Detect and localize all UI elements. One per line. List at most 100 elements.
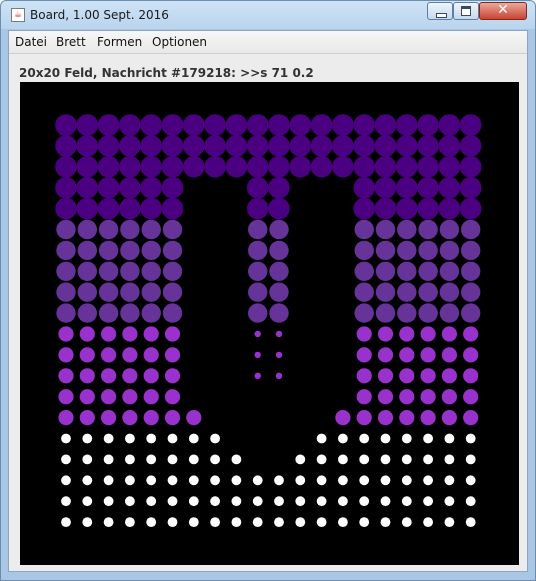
board-dot[interactable] xyxy=(459,156,482,178)
board-dot[interactable] xyxy=(463,347,479,363)
board-dot[interactable] xyxy=(353,114,376,136)
board-dot[interactable] xyxy=(401,433,412,444)
board-dot[interactable] xyxy=(374,156,397,178)
board-dot[interactable] xyxy=(56,240,76,261)
board-dot[interactable] xyxy=(438,176,461,199)
board-dot[interactable] xyxy=(141,219,161,240)
board-dot[interactable] xyxy=(356,368,372,384)
board-dot[interactable] xyxy=(143,410,159,426)
board-dot[interactable] xyxy=(359,475,370,486)
board-dot[interactable] xyxy=(338,496,348,507)
board-dot[interactable] xyxy=(399,347,415,363)
board-dot[interactable] xyxy=(254,351,261,359)
board-dot[interactable] xyxy=(125,475,135,486)
board-dot[interactable] xyxy=(374,176,397,199)
board-dot[interactable] xyxy=(82,433,93,444)
board-dot[interactable] xyxy=(418,303,438,323)
board-dot[interactable] xyxy=(269,303,289,323)
board-dot[interactable] xyxy=(332,156,354,178)
board-dot[interactable] xyxy=(396,197,418,220)
board-dot[interactable] xyxy=(295,475,306,486)
board-dot[interactable] xyxy=(420,326,436,342)
board-dot[interactable] xyxy=(439,219,460,240)
board-dot[interactable] xyxy=(225,114,248,136)
board-dot[interactable] xyxy=(269,219,289,240)
board-dot[interactable] xyxy=(465,496,476,507)
board-dot[interactable] xyxy=(76,135,99,157)
board-dot[interactable] xyxy=(76,114,99,136)
board-dot[interactable] xyxy=(225,156,248,178)
board-dot[interactable] xyxy=(465,433,476,444)
board-dot[interactable] xyxy=(444,433,455,444)
board-dot[interactable] xyxy=(164,410,181,426)
board-dot[interactable] xyxy=(463,410,479,426)
board-dot[interactable] xyxy=(417,197,439,220)
board-dot[interactable] xyxy=(461,303,481,323)
board-dot[interactable] xyxy=(162,219,183,240)
board-dot[interactable] xyxy=(269,282,289,302)
board-dot[interactable] xyxy=(146,496,157,507)
board-dot[interactable] xyxy=(423,475,433,486)
board-dot[interactable] xyxy=(377,347,394,363)
board-dot[interactable] xyxy=(82,517,93,527)
board-dot[interactable] xyxy=(210,517,221,527)
board-dot[interactable] xyxy=(246,156,269,178)
board-dot[interactable] xyxy=(441,410,457,426)
board-dot[interactable] xyxy=(55,197,77,220)
board-dot[interactable] xyxy=(103,517,114,527)
board-dot[interactable] xyxy=(356,410,372,426)
board-dot[interactable] xyxy=(399,326,415,342)
board-dot[interactable] xyxy=(82,454,93,465)
board-dot[interactable] xyxy=(397,303,417,323)
board-dot[interactable] xyxy=(274,517,284,527)
board-dot[interactable] xyxy=(423,517,433,527)
board-dot[interactable] xyxy=(356,326,372,342)
board-dot[interactable] xyxy=(183,156,205,178)
board-dot[interactable] xyxy=(58,326,74,342)
board-dot[interactable] xyxy=(98,303,119,323)
board-dot[interactable] xyxy=(438,197,461,220)
board-dot[interactable] xyxy=(354,261,374,281)
board-dot[interactable] xyxy=(401,517,412,527)
board-dot[interactable] xyxy=(101,389,117,405)
board-dot[interactable] xyxy=(353,197,376,220)
board-dot[interactable] xyxy=(164,368,181,384)
board-dot[interactable] xyxy=(269,261,289,281)
close-button[interactable]: ✕ xyxy=(479,2,527,20)
board-dot[interactable] xyxy=(122,326,138,342)
board-dot[interactable] xyxy=(274,496,284,507)
board-dot[interactable] xyxy=(76,197,99,220)
board-dot[interactable] xyxy=(459,135,482,157)
board-dot[interactable] xyxy=(461,282,481,302)
menu-optionen[interactable]: Optionen xyxy=(152,35,207,49)
board-dot[interactable] xyxy=(316,475,327,486)
board-dot[interactable] xyxy=(375,240,396,261)
board-dot[interactable] xyxy=(225,135,248,157)
board-dot[interactable] xyxy=(268,176,290,199)
board-dot[interactable] xyxy=(356,347,372,363)
board-dot[interactable] xyxy=(438,114,461,136)
board-dot[interactable] xyxy=(97,135,120,157)
board-dot[interactable] xyxy=(438,156,461,178)
board-dot[interactable] xyxy=(167,496,178,507)
board-dot[interactable] xyxy=(359,496,370,507)
board-dot[interactable] xyxy=(143,347,159,363)
board-dot[interactable] xyxy=(439,240,460,261)
board-dot[interactable] xyxy=(254,372,261,379)
board-dot[interactable] xyxy=(164,389,181,405)
board-dot[interactable] xyxy=(399,389,415,405)
board-dot[interactable] xyxy=(56,282,76,302)
board-dot[interactable] xyxy=(210,433,221,444)
board-dot[interactable] xyxy=(338,454,348,465)
board-dot[interactable] xyxy=(268,114,290,136)
board-dot[interactable] xyxy=(246,197,269,220)
board-dot[interactable] xyxy=(98,240,119,261)
board-dot[interactable] xyxy=(120,240,140,261)
board-dot[interactable] xyxy=(162,240,183,261)
board-dot[interactable] xyxy=(98,261,119,281)
board-dot[interactable] xyxy=(210,496,221,507)
board-dot[interactable] xyxy=(55,156,77,178)
board-dot[interactable] xyxy=(167,433,178,444)
minimize-button[interactable] xyxy=(427,2,453,20)
board-dot[interactable] xyxy=(146,433,157,444)
